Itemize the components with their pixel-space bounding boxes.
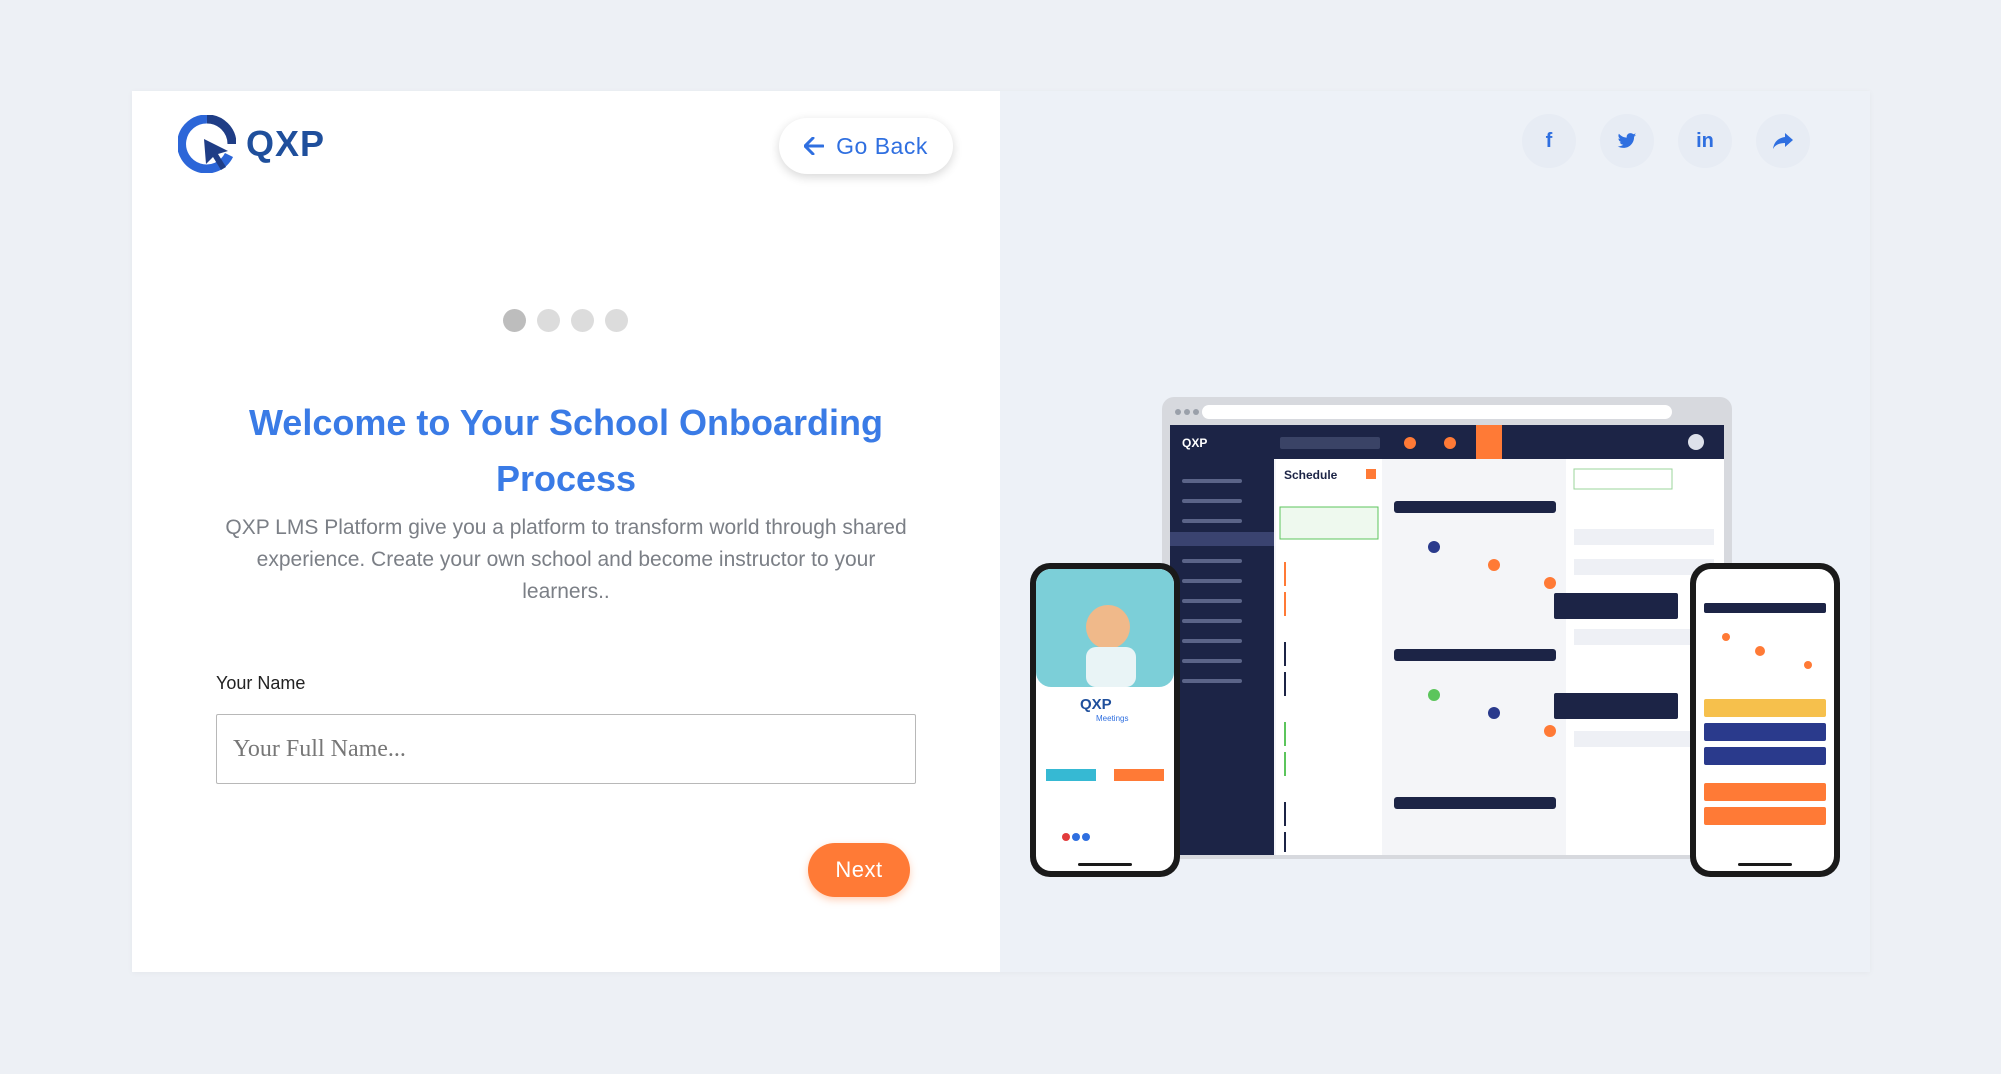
svg-text:QXP: QXP (1182, 436, 1207, 450)
twitter-icon (1617, 133, 1637, 148)
devices-illustration: QXP Schedule QXP Meetings (1030, 397, 1840, 877)
go-back-button[interactable]: Go Back (779, 118, 953, 174)
qxp-logo-icon (178, 115, 236, 173)
desktop-mockup: QXP Schedule (1162, 397, 1732, 859)
onboarding-card: QXP Go Back Welcome to Your School Onboa… (132, 91, 1870, 972)
share-button[interactable] (1756, 114, 1810, 168)
welcome-description: QXP LMS Platform give you a platform to … (225, 516, 907, 603)
mobile-app-subtitle: Meetings (1096, 714, 1128, 723)
name-field-label: Your Name (216, 673, 306, 693)
brand-logo[interactable]: QXP (178, 115, 325, 173)
full-name-input[interactable] (216, 714, 916, 784)
step-dot-3 (571, 309, 594, 332)
svg-text:Schedule: Schedule (1284, 468, 1338, 482)
step-dot-4 (605, 309, 628, 332)
next-button[interactable]: Next (808, 843, 910, 897)
social-links: f in (1522, 114, 1810, 168)
onboarding-form-panel: QXP Go Back Welcome to Your School Onboa… (132, 91, 1000, 972)
linkedin-icon: in (1696, 129, 1714, 152)
mobile-mockup-right (1690, 563, 1840, 877)
brand-name: QXP (246, 123, 326, 164)
facebook-share-button[interactable]: f (1522, 114, 1576, 168)
step-indicator (503, 309, 628, 332)
step-dot-1 (503, 309, 526, 332)
mobile-mockup-left: QXP Meetings (1030, 563, 1180, 877)
step-dot-2 (537, 309, 560, 332)
go-back-label: Go Back (836, 132, 928, 159)
share-icon (1773, 133, 1793, 149)
mobile-app-name: QXP (1080, 696, 1112, 713)
linkedin-share-button[interactable]: in (1678, 114, 1732, 168)
facebook-icon: f (1545, 129, 1553, 152)
arrow-left-icon (804, 137, 825, 155)
illustration-panel: f in QXP Schedule QXP Meetings (1000, 91, 1870, 972)
welcome-title: Welcome to Your School Onboarding Proces… (248, 402, 884, 499)
twitter-share-button[interactable] (1600, 114, 1654, 168)
